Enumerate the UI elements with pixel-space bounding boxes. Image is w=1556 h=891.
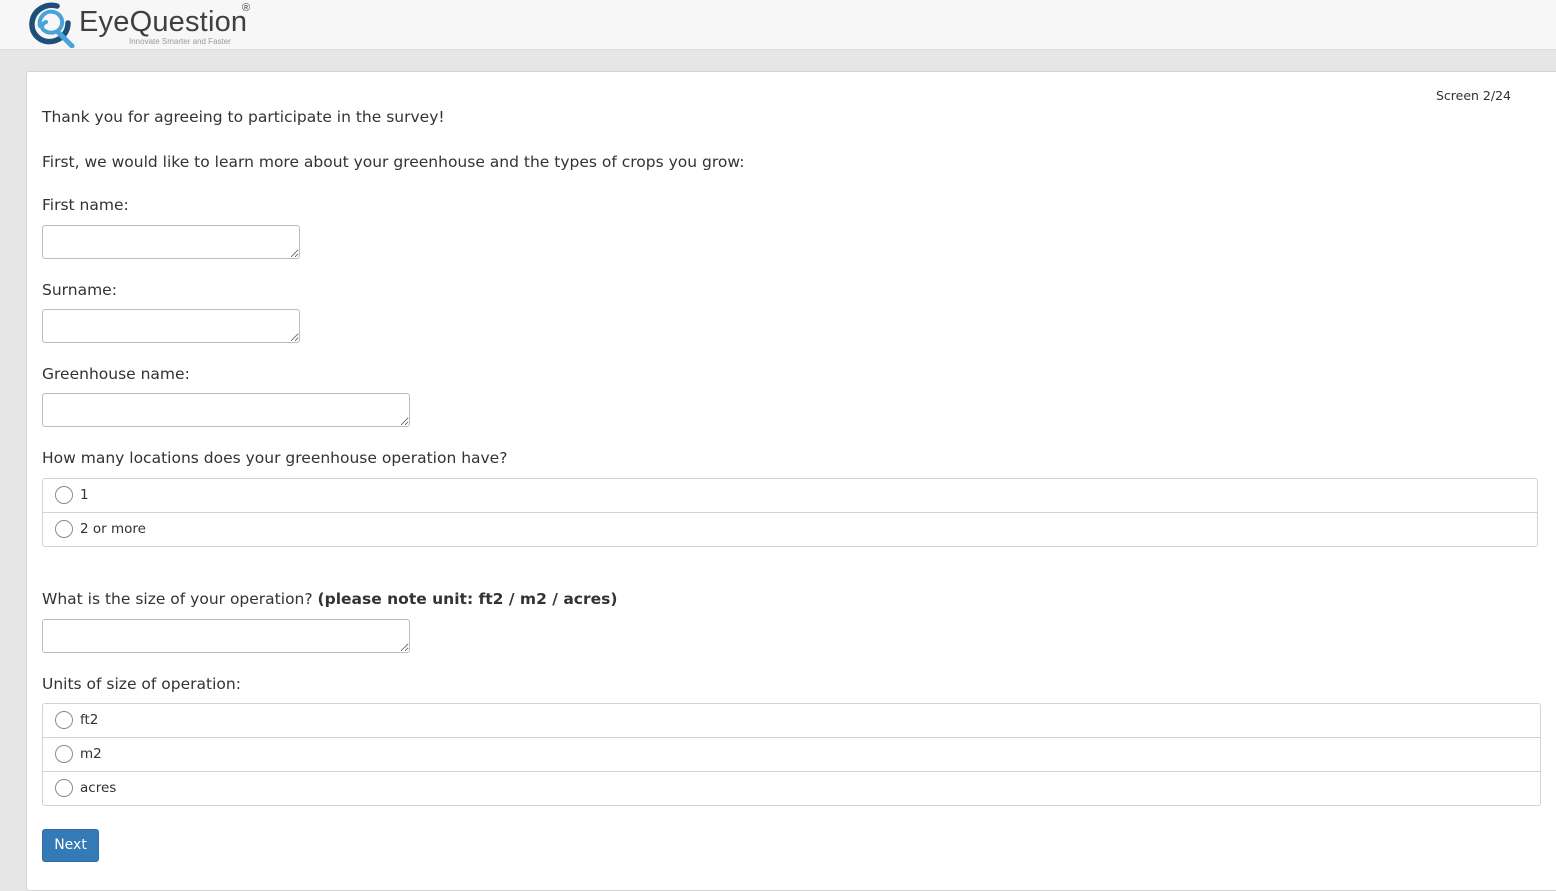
size-question-text: What is the size of your operation? xyxy=(42,590,313,608)
next-button[interactable]: Next xyxy=(42,829,99,862)
surname-field[interactable] xyxy=(42,309,300,343)
registered-mark: ® xyxy=(242,2,251,14)
units-option-acres[interactable]: acres xyxy=(43,771,1540,805)
surname-label: Surname: xyxy=(42,281,117,299)
brand-name: EyeQuestion xyxy=(79,6,248,38)
units-option-ft2[interactable]: ft2 xyxy=(43,704,1540,737)
size-question: What is the size of your operation? (ple… xyxy=(42,590,617,608)
locations-option-2-or-more[interactable]: 2 or more xyxy=(43,512,1537,546)
brand-tagline: Innovate Smarter and Faster xyxy=(129,37,231,46)
radio-label: acres xyxy=(80,780,117,796)
units-radio-group: ft2 m2 acres xyxy=(42,703,1541,806)
radio-button[interactable] xyxy=(55,520,73,538)
size-field[interactable] xyxy=(42,619,410,653)
radio-button[interactable] xyxy=(55,486,73,504)
units-option-m2[interactable]: m2 xyxy=(43,737,1540,771)
top-header: EyeQuestion ® Innovate Smarter and Faste… xyxy=(0,0,1556,50)
radio-label: ft2 xyxy=(80,712,99,728)
radio-label: m2 xyxy=(80,746,102,762)
locations-radio-group: 1 2 or more xyxy=(42,478,1538,547)
intro-thanks: Thank you for agreeing to participate in… xyxy=(42,108,445,126)
greenhouse-name-field[interactable] xyxy=(42,393,410,427)
radio-button[interactable] xyxy=(55,745,73,763)
radio-label: 2 or more xyxy=(80,521,146,537)
radio-label: 1 xyxy=(80,487,89,503)
size-unit-note: (please note unit: ft2 / m2 / acres) xyxy=(317,590,618,608)
locations-question: How many locations does your greenhouse … xyxy=(42,449,508,467)
screen-counter: Screen 2/24 xyxy=(1435,88,1511,103)
brand-logo: EyeQuestion ® Innovate Smarter and Faste… xyxy=(28,2,268,48)
intro-lead: First, we would like to learn more about… xyxy=(42,153,745,171)
units-question: Units of size of operation: xyxy=(42,675,241,693)
greenhouse-name-label: Greenhouse name: xyxy=(42,365,190,383)
radio-button[interactable] xyxy=(55,711,73,729)
radio-button[interactable] xyxy=(55,779,73,797)
first-name-label: First name: xyxy=(42,196,129,214)
eyequestion-logo-icon xyxy=(29,2,75,48)
locations-option-1[interactable]: 1 xyxy=(43,479,1537,512)
first-name-field[interactable] xyxy=(42,225,300,259)
